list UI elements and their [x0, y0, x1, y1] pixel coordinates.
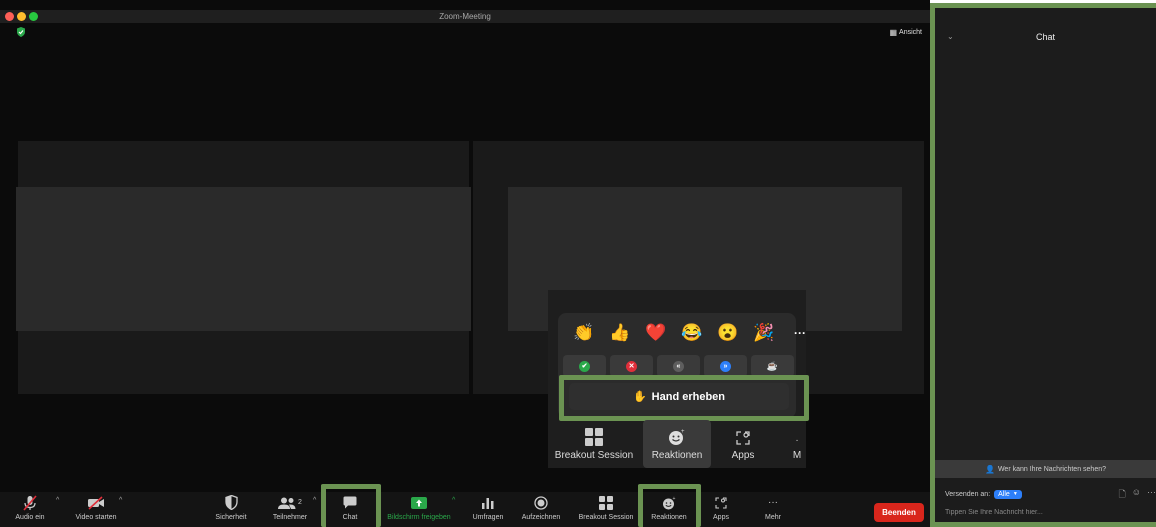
- audio-label: Audio ein: [15, 514, 45, 521]
- popup-apps-label: Apps: [731, 450, 755, 461]
- heart-emoji-button[interactable]: ❤️: [638, 323, 674, 343]
- end-meeting-button[interactable]: Beenden: [874, 503, 924, 522]
- participants-button[interactable]: 2 Teilnehmer: [265, 492, 315, 527]
- encryption-shield-icon[interactable]: [16, 27, 26, 37]
- party-emoji-button[interactable]: 🎉: [746, 323, 782, 343]
- breakout-session-label: Breakout Session: [578, 514, 634, 521]
- title-bar: Zoom-Meeting: [0, 10, 930, 23]
- share-screen-button[interactable]: Bildschirm freigeben: [378, 492, 460, 527]
- yes-button[interactable]: ✔: [563, 355, 606, 377]
- more-emoji-button[interactable]: ···: [782, 323, 818, 343]
- camera-off-icon: [68, 492, 124, 513]
- coffee-icon: ☕: [766, 360, 779, 371]
- thumbs-up-emoji-button[interactable]: 👍: [602, 323, 638, 343]
- emoji-reaction-row: 👏 👍 ❤️ 😂 😮 🎉 ···: [566, 323, 818, 343]
- feedback-row: ✔ ✕ « » ☕: [563, 355, 794, 377]
- video-tile-1-placeholder: [16, 187, 471, 331]
- breakout-icon: [554, 420, 634, 446]
- clap-emoji-button[interactable]: 👏: [566, 323, 602, 343]
- share-screen-label: Bildschirm freigeben: [387, 514, 451, 521]
- more-icon: ···: [768, 497, 778, 508]
- popup-apps-button[interactable]: Apps: [723, 420, 763, 468]
- check-icon: ✔: [579, 360, 590, 372]
- share-screen-icon: [378, 492, 460, 513]
- popup-breakout-button[interactable]: Breakout Session: [554, 420, 634, 468]
- svg-text:+: +: [681, 429, 685, 435]
- video-tile-1[interactable]: [16, 141, 471, 394]
- breakout-session-button[interactable]: Breakout Session: [572, 492, 640, 527]
- participants-label: Teilnehmer: [272, 514, 308, 521]
- apps-label: Apps: [713, 514, 729, 521]
- view-button[interactable]: ▦ Ansicht: [889, 28, 922, 37]
- breakout-grid-icon: [572, 492, 640, 513]
- popup-reactions-button[interactable]: + Reaktionen: [643, 420, 711, 468]
- record-label: Aufzeichnen: [521, 514, 561, 521]
- audio-options-caret-icon[interactable]: ^: [56, 497, 59, 504]
- popup-toolbar: Breakout Session + Reaktionen Apps · M: [548, 420, 806, 468]
- polls-label: Umfragen: [472, 514, 504, 521]
- more-button[interactable]: ··· Mehr: [752, 492, 794, 527]
- popup-more-button[interactable]: · M: [788, 420, 806, 468]
- x-icon: ✕: [626, 360, 637, 372]
- apps-toolbar-icon: [700, 492, 742, 513]
- security-label: Sicherheit: [215, 514, 247, 521]
- share-options-caret-icon[interactable]: ^: [452, 497, 455, 504]
- video-options-caret-icon[interactable]: ^: [119, 497, 122, 504]
- audio-button[interactable]: Audio ein: [5, 492, 55, 527]
- faster-button[interactable]: »: [704, 355, 747, 377]
- participants-icon: 2: [265, 492, 315, 513]
- record-icon: [515, 492, 567, 513]
- reactions-button-highlight: [638, 484, 701, 527]
- meeting-toolbar: Audio ein ^ Video starten ^ Sicherheit 2…: [0, 492, 930, 527]
- security-button[interactable]: Sicherheit: [206, 492, 256, 527]
- more-dots-icon: ·: [795, 435, 799, 446]
- window-title: Zoom-Meeting: [439, 12, 491, 21]
- participants-count: 2: [298, 499, 302, 506]
- record-button[interactable]: Aufzeichnen: [515, 492, 567, 527]
- microphone-muted-icon: [5, 492, 55, 513]
- raise-hand-highlight: [559, 375, 809, 421]
- faster-icon: »: [720, 360, 731, 372]
- participants-options-caret-icon[interactable]: ^: [313, 497, 316, 504]
- chat-panel-highlight: [930, 3, 1156, 527]
- video-button[interactable]: Video starten: [68, 492, 124, 527]
- security-shield-icon: [206, 492, 256, 513]
- chat-button-highlight: [321, 484, 381, 527]
- zoom-meeting-window: Zoom-Meeting ▦ Ansicht 👏 👍 ❤️ 😂 😮 🎉 ··· …: [0, 0, 930, 527]
- more-label: Mehr: [765, 514, 781, 521]
- slower-icon: «: [673, 360, 684, 372]
- coffee-break-button[interactable]: ☕: [751, 355, 794, 377]
- surprised-emoji-button[interactable]: 😮: [710, 323, 746, 343]
- grid-icon: ▦: [889, 28, 898, 37]
- laughing-emoji-button[interactable]: 😂: [674, 323, 710, 343]
- polls-button[interactable]: Umfragen: [465, 492, 511, 527]
- no-button[interactable]: ✕: [610, 355, 653, 377]
- slower-button[interactable]: «: [657, 355, 700, 377]
- apps-button[interactable]: Apps: [700, 492, 742, 527]
- video-label: Video starten: [75, 514, 117, 521]
- apps-icon: [723, 420, 763, 446]
- popup-breakout-label: Breakout Session: [554, 450, 634, 461]
- popup-more-label: M: [792, 450, 802, 461]
- reactions-smiley-icon: +: [643, 420, 711, 446]
- polls-chart-icon: [465, 492, 511, 513]
- popup-reactions-label: Reaktionen: [651, 450, 703, 461]
- view-label: Ansicht: [899, 29, 922, 36]
